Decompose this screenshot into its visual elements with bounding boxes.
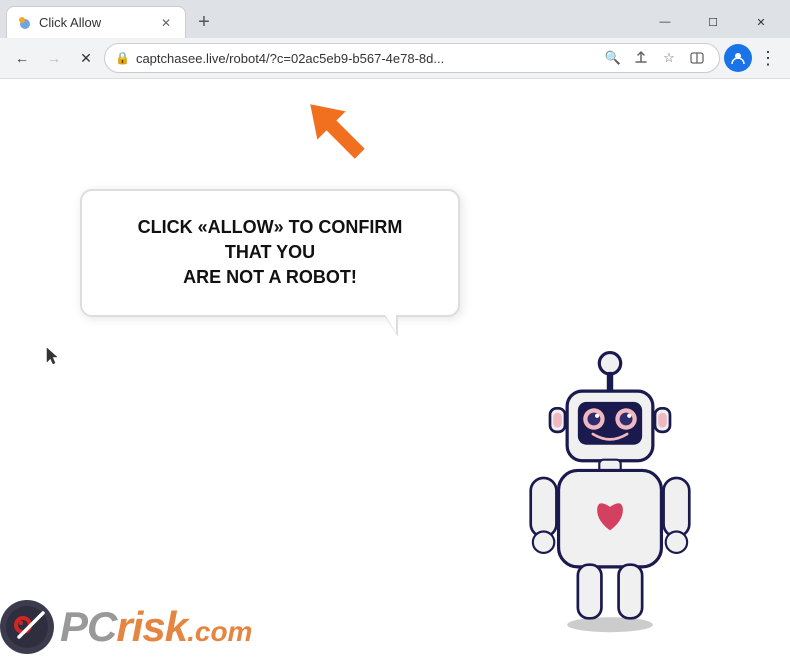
url-text: captchasee.live/robot4/?c=02ac5eb9-b567-… xyxy=(136,51,595,66)
tab-close-button[interactable]: ✕ xyxy=(157,14,175,32)
nav-right: ⋮ xyxy=(724,44,782,72)
reload-button[interactable]: ✕ xyxy=(72,44,100,72)
tab-favicon xyxy=(17,15,33,31)
speech-bubble: CLICK «ALLOW» TO CONFIRM THAT YOU ARE NO… xyxy=(80,189,460,317)
page-content: CLICK «ALLOW» TO CONFIRM THAT YOU ARE NO… xyxy=(0,79,790,664)
tab-bar: Click Allow ✕ + — ☐ ✕ xyxy=(0,0,790,38)
lock-icon: 🔒 xyxy=(115,51,130,65)
pcrisk-watermark: PCrisk.com xyxy=(0,600,252,654)
pcrisk-logo xyxy=(0,600,54,654)
nav-bar: ← → ✕ 🔒 captchasee.live/robot4/?c=02ac5e… xyxy=(0,38,790,78)
new-tab-button[interactable]: + xyxy=(190,8,218,36)
search-icon[interactable]: 🔍 xyxy=(601,46,625,70)
forward-button[interactable]: → xyxy=(40,44,68,72)
browser-chrome: Click Allow ✕ + — ☐ ✕ ← → ✕ 🔒 captchasee… xyxy=(0,0,790,79)
back-button[interactable]: ← xyxy=(8,44,36,72)
minimize-button[interactable]: — xyxy=(642,6,688,38)
pcrisk-pc-text: PC xyxy=(60,603,116,651)
split-view-icon[interactable] xyxy=(685,46,709,70)
pcrisk-domain-text: .com xyxy=(187,616,252,648)
mouse-cursor xyxy=(46,347,58,370)
window-controls: — ☐ ✕ xyxy=(642,6,784,38)
profile-button[interactable] xyxy=(724,44,752,72)
close-button[interactable]: ✕ xyxy=(738,6,784,38)
maximize-button[interactable]: ☐ xyxy=(690,6,736,38)
more-options-button[interactable]: ⋮ xyxy=(754,44,782,72)
address-bar[interactable]: 🔒 captchasee.live/robot4/?c=02ac5eb9-b56… xyxy=(104,43,720,73)
arrow-indicator xyxy=(290,89,380,174)
robot-image xyxy=(500,344,740,664)
captcha-message: CLICK «ALLOW» TO CONFIRM THAT YOU ARE NO… xyxy=(112,215,428,291)
share-icon[interactable] xyxy=(629,46,653,70)
pcrisk-risk-text: risk xyxy=(116,603,187,651)
active-tab[interactable]: Click Allow ✕ xyxy=(6,6,186,38)
bookmark-icon[interactable]: ☆ xyxy=(657,46,681,70)
address-icons: 🔍 ☆ xyxy=(601,46,709,70)
tab-label: Click Allow xyxy=(39,15,151,30)
